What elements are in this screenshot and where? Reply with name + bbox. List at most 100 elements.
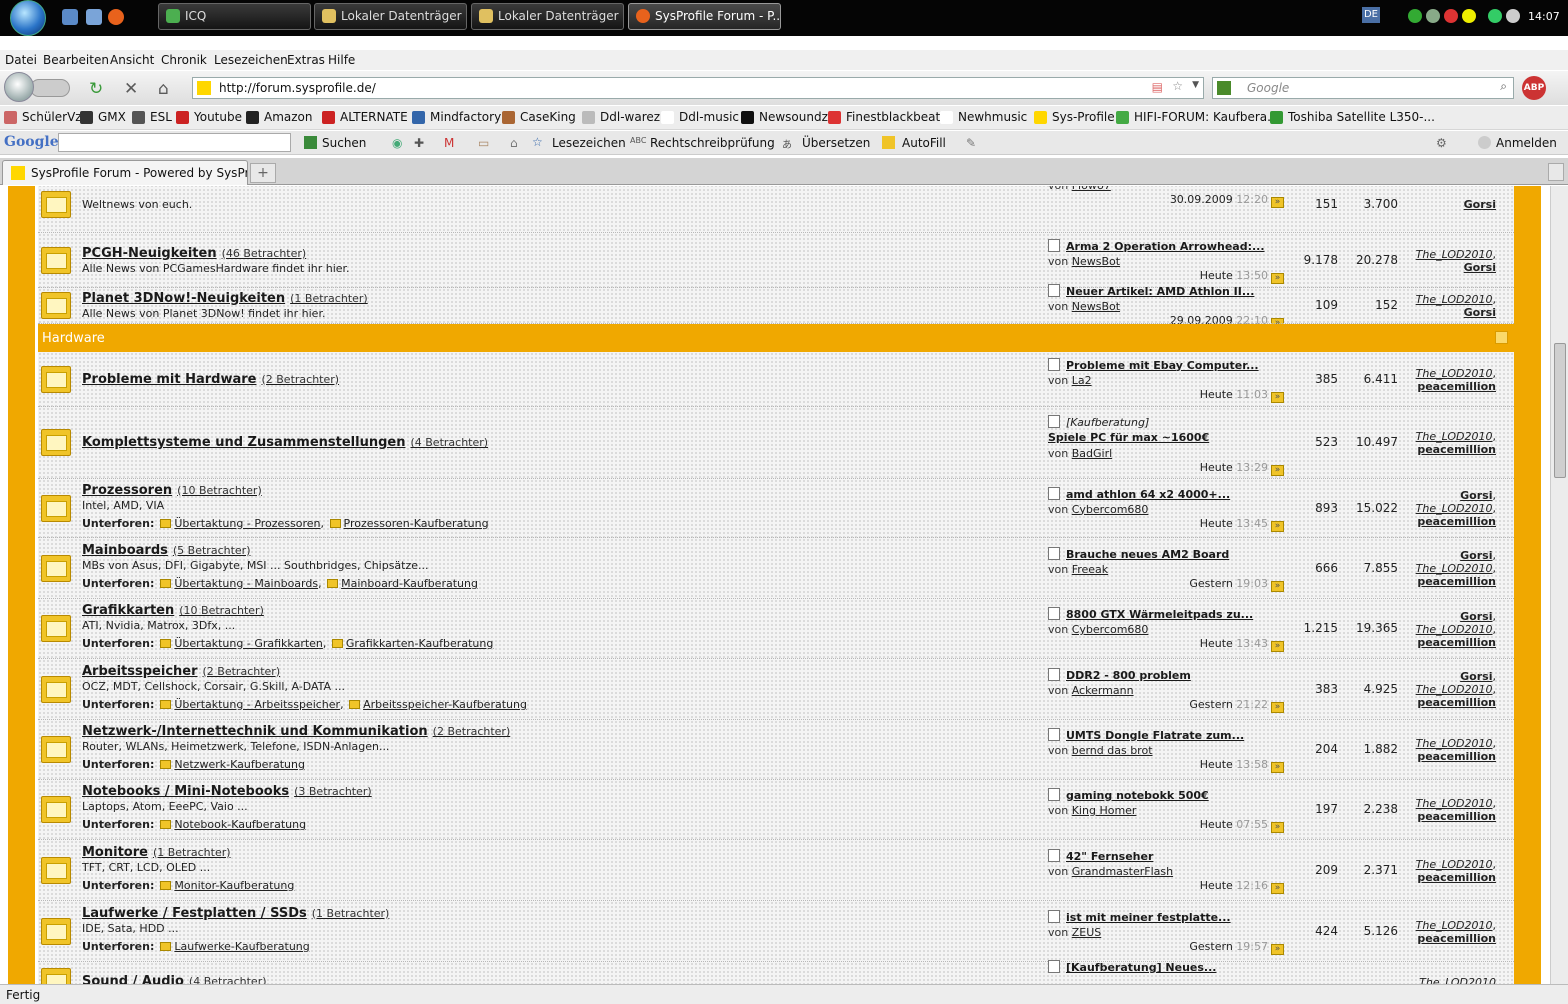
forum-folder-icon[interactable] [41, 968, 71, 984]
forum-folder-icon[interactable] [41, 246, 71, 274]
tray-icq-icon[interactable] [1462, 9, 1476, 23]
quicklaunch-icon[interactable] [86, 9, 102, 25]
taskbar-button-icq[interactable]: ICQ [158, 3, 311, 30]
bookmark-alternate[interactable]: ALTERNATE [322, 110, 408, 124]
moderator-link[interactable]: Gorsi [1460, 549, 1492, 562]
moderator-link[interactable]: The_LOD2010 [1419, 976, 1496, 985]
last-post-author-link[interactable]: GrandmasterFlash [1072, 865, 1173, 878]
last-post-author-link[interactable]: ZEUS [1072, 926, 1102, 939]
subforum-link[interactable]: Netzwerk-Kaufberatung [174, 758, 305, 771]
last-post-title[interactable]: Spiele PC für max ~1600€ [1048, 431, 1209, 444]
forum-folder-icon[interactable] [41, 796, 71, 823]
moderator-link[interactable]: peacemillion [1417, 443, 1496, 456]
moderator-link[interactable]: The_LOD2010 [1416, 248, 1493, 261]
reload-icon[interactable]: ↻ [89, 79, 103, 99]
subforum-link[interactable]: Übertaktung - Mainboards [174, 577, 318, 590]
last-post-title[interactable]: amd athlon 64 x2 4000+... [1066, 488, 1230, 501]
forum-title-text[interactable]: Komplettsysteme und Zusammenstellungen [82, 435, 405, 450]
moderator-link[interactable]: peacemillion [1417, 515, 1496, 528]
moderator-link[interactable]: The_LOD2010 [1416, 919, 1493, 932]
home-icon[interactable]: ⌂ [158, 79, 169, 99]
goto-last-post-icon[interactable]: » [1271, 465, 1284, 476]
forum-title-text[interactable]: Grafikkarten [82, 603, 174, 618]
goto-last-post-icon[interactable]: » [1271, 520, 1284, 532]
category-header-hardware[interactable]: Hardware [38, 324, 1514, 352]
sign-in-button[interactable]: Anmelden [1478, 136, 1557, 150]
forum-title[interactable]: Prozessoren (10 Betrachter) [82, 483, 262, 498]
bookmark-schuelervz[interactable]: SchülerVz [4, 110, 82, 124]
bookmark-star-icon[interactable]: ☆ [1172, 79, 1183, 93]
forum-title[interactable]: Monitore (1 Betrachter) [82, 845, 231, 860]
goto-last-post-icon[interactable]: » [1271, 580, 1284, 592]
forum-title[interactable]: Laufwerke / Festplatten / SSDs (1 Betrach… [82, 906, 389, 921]
last-post-title[interactable]: Arma 2 Operation Arrowhead:... [1066, 240, 1265, 253]
last-post-author-link[interactable]: Freeak [1072, 563, 1108, 576]
pen-icon[interactable]: ✎ [966, 136, 976, 150]
forum-title-text[interactable]: Probleme mit Hardware [82, 372, 256, 387]
subforum-link[interactable]: Übertaktung - Arbeitsspeicher [174, 698, 340, 711]
search-icon[interactable]: ⌕ [1500, 79, 1507, 94]
last-post-title[interactable]: UMTS Dongle Flatrate zum... [1066, 729, 1244, 742]
last-post-title[interactable]: [Kaufberatung] Neues... [1066, 961, 1216, 974]
last-post-author-link[interactable]: BadGirl [1072, 447, 1112, 460]
start-orb-icon[interactable] [10, 0, 46, 36]
spellcheck-button[interactable]: ABC Rechtschreibprüfung [630, 136, 775, 150]
bookmark-youtube[interactable]: Youtube [176, 110, 242, 124]
bookmark-amazon[interactable]: Amazon [246, 110, 313, 124]
moderator-link[interactable]: peacemillion [1417, 932, 1496, 945]
moderator-link[interactable]: peacemillion [1417, 575, 1496, 588]
rss-icon[interactable]: ▤ [1152, 80, 1163, 94]
goto-last-post-icon[interactable]: » [1271, 943, 1284, 955]
moderator-link[interactable]: The_LOD2010 [1416, 797, 1493, 810]
last-post-title[interactable]: 8800 GTX Wärmeleitpads zu... [1066, 608, 1253, 621]
menu-chronik[interactable]: Chronik [161, 53, 207, 67]
taskbar-clock[interactable]: 14:07 [1528, 10, 1560, 23]
goto-last-post-icon[interactable]: » [1271, 762, 1284, 773]
last-post-author-link[interactable]: bernd das brot [1072, 744, 1153, 757]
taskbar-button-firefox[interactable]: SysProfile Forum - P... [628, 3, 781, 30]
moderator-link[interactable]: The_LOD2010 [1416, 683, 1493, 696]
subforum-link[interactable]: Übertaktung - Prozessoren [174, 517, 320, 530]
last-post-title[interactable]: Probleme mit Ebay Computer... [1066, 359, 1259, 372]
moderator-link[interactable]: peacemillion [1417, 810, 1496, 823]
moderator-link[interactable]: Gorsi [1464, 306, 1496, 319]
last-post-title[interactable]: 42" Fernseher [1066, 850, 1153, 863]
google-search-button[interactable]: Suchen [304, 136, 366, 150]
autofill-button[interactable]: AutoFill [882, 136, 946, 150]
forum-title[interactable]: Grafikkarten (10 Betrachter) [82, 603, 264, 618]
show-desktop-icon[interactable] [62, 9, 78, 25]
taskbar-button-explorer-2[interactable]: Lokaler Datenträger ... [471, 3, 624, 30]
new-tab-button[interactable]: + [250, 163, 276, 183]
bookmark-mindfactory[interactable]: Mindfactory [412, 110, 501, 124]
notes-icon[interactable]: ▭ [478, 136, 489, 150]
moderator-link[interactable]: The_LOD2010 [1416, 737, 1493, 750]
goto-last-post-icon[interactable]: » [1271, 822, 1284, 833]
forum-title[interactable]: Mainboards (5 Betrachter) [82, 543, 250, 558]
forum-folder-icon[interactable] [41, 675, 71, 703]
subforum-link[interactable]: Arbeitsspeicher-Kaufberatung [363, 698, 527, 711]
page-scrollbar[interactable] [1550, 186, 1568, 984]
moderator-link[interactable]: peacemillion [1417, 871, 1496, 884]
last-post-title[interactable]: gaming notebokk 500€ [1066, 789, 1209, 802]
bookmark-hifi-forum[interactable]: HIFI-FORUM: Kaufbera... [1116, 110, 1279, 124]
last-post-title[interactable]: ist mit meiner festplatte... [1066, 911, 1231, 924]
subforum-link[interactable]: Notebook-Kaufberatung [174, 818, 306, 831]
goto-last-post-icon[interactable]: » [1271, 701, 1284, 713]
last-post-title[interactable]: DDR2 - 800 problem [1066, 669, 1191, 682]
last-post-author-link[interactable]: Cybercom680 [1072, 503, 1149, 516]
forum-folder-icon[interactable] [41, 429, 71, 456]
goto-last-post-icon[interactable]: » [1271, 391, 1284, 403]
last-post-author-link[interactable]: NewsBot [1072, 300, 1120, 313]
forum-folder-icon[interactable] [41, 292, 71, 319]
moderator-link[interactable]: The_LOD2010 [1416, 430, 1493, 443]
subforum-link[interactable]: Übertaktung - Grafikkarten [174, 637, 323, 650]
forum-title-text[interactable]: PCGH-Neuigkeiten [82, 246, 217, 261]
forum-title-text[interactable]: Sound / Audio [82, 974, 184, 984]
back-button[interactable] [4, 72, 34, 102]
forward-button[interactable] [30, 79, 70, 97]
forum-title[interactable]: Netzwerk-/Internettechnik und Kommunikat… [82, 724, 510, 739]
taskbar-button-explorer-1[interactable]: Lokaler Datenträger ... [314, 3, 467, 30]
plus-icon[interactable]: ✚ [414, 136, 424, 150]
bookmark-esl[interactable]: ESL [132, 110, 172, 124]
subforum-link[interactable]: Prozessoren-Kaufberatung [344, 517, 489, 530]
